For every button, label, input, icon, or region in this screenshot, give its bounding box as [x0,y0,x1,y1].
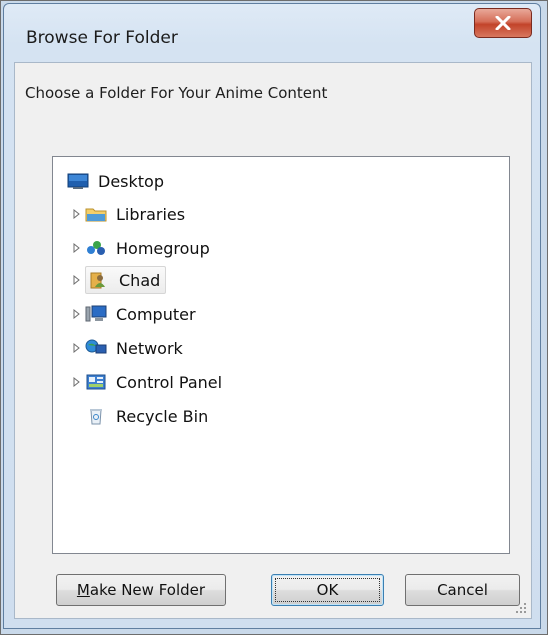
browse-folder-dialog: Browse For Folder Choose a Folder For Yo… [3,3,541,629]
tree-item-chad[interactable]: Chad [71,266,167,294]
close-button[interactable] [474,8,532,38]
user-folder-icon [89,270,111,290]
tree-item-network[interactable]: Network [71,334,186,362]
tree-item-control-panel[interactable]: Control Panel [71,368,225,396]
expand-arrow-icon[interactable] [71,242,83,254]
dialog-description: Choose a Folder For Your Anime Content [25,84,328,102]
selected-highlight: Chad [85,266,167,294]
expand-arrow-icon[interactable] [71,342,83,354]
control-panel-icon [85,372,107,392]
focus-rectangle [275,578,380,602]
cancel-button[interactable]: Cancel [405,574,520,606]
tree-item-label: Recycle Bin [116,406,209,426]
recycle-bin-icon [85,406,107,426]
ok-button[interactable]: OK [271,574,384,606]
folder-tree[interactable]: Desktop Libraries Homegroup Chad Compute… [52,156,510,554]
dialog-body: Choose a Folder For Your Anime Content D… [14,62,532,619]
libraries-icon [85,204,107,224]
tree-item-homegroup[interactable]: Homegroup [71,234,213,262]
button-label: Cancel [437,581,488,599]
tree-item-label: Chad [119,270,161,290]
tree-item-libraries[interactable]: Libraries [71,200,188,228]
tree-item-label: Control Panel [116,372,223,392]
expand-arrow-icon[interactable] [71,308,83,320]
tree-item-label: Computer [116,304,196,324]
tree-item-label: Libraries [116,204,186,224]
network-icon [85,338,107,358]
window-title: Browse For Folder [26,28,178,48]
tree-item-desktop[interactable]: Desktop [67,167,167,195]
expand-arrow-icon[interactable] [71,208,83,220]
tree-item-label: Homegroup [116,238,210,258]
tree-item-label: Network [116,338,183,358]
desktop-icon [67,171,89,191]
close-icon [495,16,511,30]
tree-item-label: Desktop [98,171,164,191]
computer-icon [85,304,107,324]
homegroup-icon [85,238,107,258]
resize-grip-icon[interactable] [515,602,527,614]
make-new-folder-button[interactable]: Make New Folder [56,574,226,606]
expand-arrow-icon[interactable] [71,376,83,388]
tree-item-recycle-bin[interactable]: Recycle Bin [85,402,211,430]
tree-item-computer[interactable]: Computer [71,300,199,328]
expand-arrow-icon[interactable] [71,274,83,286]
button-label: Make New Folder [76,581,206,599]
